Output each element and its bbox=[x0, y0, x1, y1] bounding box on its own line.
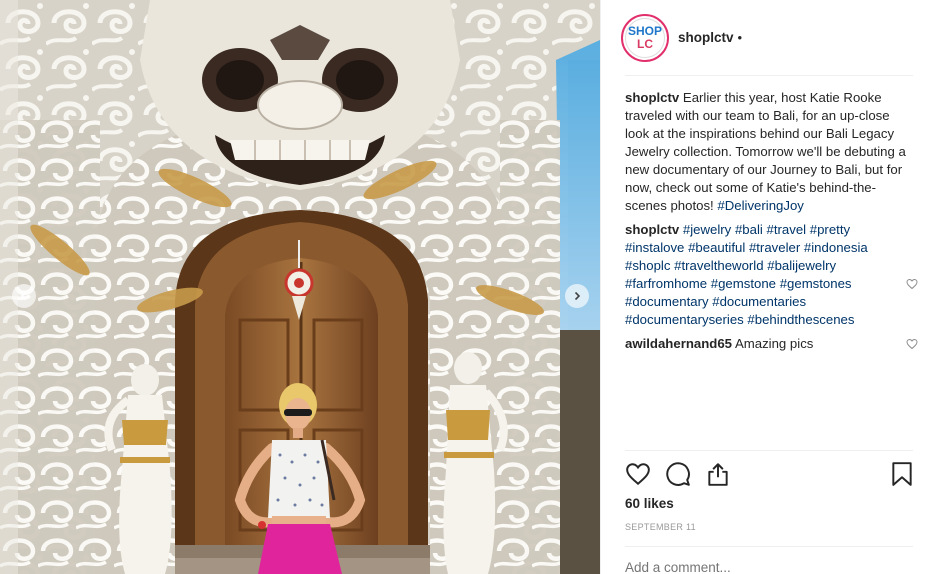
action-bar bbox=[625, 461, 914, 489]
chevron-right-icon bbox=[574, 291, 581, 301]
header-divider bbox=[625, 75, 913, 76]
avatar-logo-top: SHOP bbox=[627, 23, 662, 38]
avatar[interactable]: SHOP LC bbox=[621, 13, 669, 62]
hashtag[interactable]: #documentaryseries bbox=[625, 312, 744, 327]
hashtag[interactable]: #beautiful bbox=[688, 240, 745, 255]
comment-username[interactable]: shoplctv bbox=[625, 222, 679, 237]
hashtag[interactable]: #behindthescenes bbox=[747, 312, 854, 327]
caption-text: Earlier this year, host Katie Rooke trav… bbox=[625, 90, 906, 213]
hashtag[interactable]: #traveler bbox=[749, 240, 800, 255]
comment-username[interactable]: awildahernand65 bbox=[625, 336, 732, 351]
post-header: SHOP LC shoplctv • bbox=[601, 0, 936, 75]
comment-text: Amazing pics bbox=[734, 336, 814, 351]
actions-divider bbox=[625, 450, 913, 451]
hashtag[interactable]: #farfromhome bbox=[625, 276, 707, 291]
comment-like-heart-icon[interactable] bbox=[906, 338, 918, 350]
user-comment: awildahernand65 Amazing pics bbox=[625, 335, 918, 353]
hashtag[interactable]: #gemstones bbox=[780, 276, 852, 291]
comment-like-heart-icon[interactable] bbox=[906, 278, 918, 290]
hashtag[interactable]: #balijewelry bbox=[767, 258, 836, 273]
chevron-left-icon bbox=[20, 291, 27, 301]
add-comment-input[interactable] bbox=[625, 560, 915, 574]
hashtag[interactable]: #indonesia bbox=[804, 240, 868, 255]
post-photo[interactable] bbox=[0, 0, 600, 574]
hashtag[interactable]: #shoplc bbox=[625, 258, 670, 273]
share-icon[interactable] bbox=[705, 461, 731, 487]
photo-illustration bbox=[0, 0, 600, 574]
follow-dot: • bbox=[737, 30, 743, 45]
hashtag[interactable]: #pretty bbox=[810, 222, 850, 237]
like-count[interactable]: 60 likes bbox=[625, 496, 674, 511]
hashtags-comment: shoplctv #jewelry #bali #travel #pretty … bbox=[625, 221, 918, 329]
hashtag[interactable]: #travel bbox=[767, 222, 807, 237]
caption-username[interactable]: shoplctv bbox=[625, 90, 679, 105]
previous-photo-button[interactable] bbox=[12, 284, 36, 308]
hashtag[interactable]: #bali bbox=[735, 222, 763, 237]
hashtag[interactable]: #instalove bbox=[625, 240, 684, 255]
next-photo-button[interactable] bbox=[565, 284, 589, 308]
comment-icon[interactable] bbox=[665, 461, 691, 487]
bookmark-icon[interactable] bbox=[889, 461, 915, 487]
caption-hashtag[interactable]: #DeliveringJoy bbox=[717, 198, 804, 213]
caption-comment: shoplctv Earlier this year, host Katie R… bbox=[625, 89, 913, 215]
avatar-logo: SHOP LC bbox=[625, 17, 665, 58]
hashtag[interactable]: #documentaries bbox=[712, 294, 806, 309]
hashtag[interactable]: #jewelry bbox=[683, 222, 731, 237]
post-details-panel: SHOP LC shoplctv • shoplctv Earlier this… bbox=[600, 0, 936, 574]
post-date[interactable]: September 11 bbox=[625, 522, 696, 532]
comments-list: shoplctv Earlier this year, host Katie R… bbox=[625, 89, 918, 359]
hashtag[interactable]: #gemstone bbox=[711, 276, 776, 291]
header-username[interactable]: shoplctv bbox=[678, 30, 734, 45]
hashtag[interactable]: #traveltheworld bbox=[674, 258, 763, 273]
heart-icon[interactable] bbox=[625, 461, 651, 487]
comment-box-divider bbox=[625, 546, 913, 547]
hashtag[interactable]: #documentary bbox=[625, 294, 709, 309]
avatar-logo-bottom: LC bbox=[637, 36, 653, 51]
